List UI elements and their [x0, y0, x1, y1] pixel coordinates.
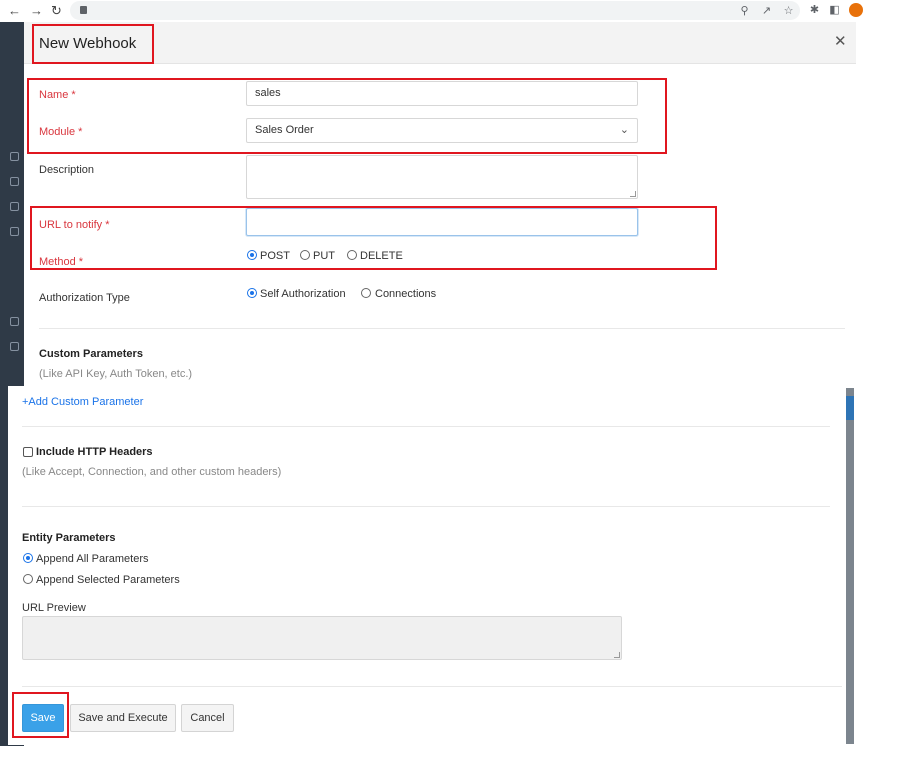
- extensions-icon[interactable]: ✱: [808, 4, 821, 17]
- method-post-label[interactable]: POST: [260, 250, 290, 262]
- url-preview-textarea: [22, 616, 622, 660]
- append-selected-radio[interactable]: [23, 574, 33, 584]
- app-scroll-background: [846, 388, 854, 744]
- method-put-label[interactable]: PUT: [313, 250, 335, 262]
- headers-hint: (Like Accept, Connection, and other cust…: [22, 466, 282, 478]
- divider: [22, 686, 842, 687]
- append-all-radio[interactable]: [23, 553, 33, 563]
- save-button[interactable]: Save: [22, 704, 64, 732]
- sidebar-icon: [10, 227, 19, 236]
- module-value: Sales Order: [255, 124, 314, 136]
- side-panel-icon[interactable]: ◧: [828, 4, 841, 17]
- append-selected-label[interactable]: Append Selected Parameters: [36, 574, 180, 586]
- resize-grip-icon[interactable]: [630, 191, 636, 197]
- name-label: Name *: [39, 89, 76, 101]
- url-preview-label: URL Preview: [22, 602, 86, 614]
- cancel-button[interactable]: Cancel: [181, 704, 234, 732]
- entity-params-title: Entity Parameters: [22, 532, 116, 544]
- divider: [22, 506, 830, 507]
- custom-params-hint: (Like API Key, Auth Token, etc.): [39, 368, 193, 380]
- bookmark-star-icon[interactable]: ☆: [782, 5, 795, 18]
- method-label: Method *: [39, 256, 84, 268]
- dialog-header: [24, 22, 856, 64]
- custom-params-title: Custom Parameters: [39, 348, 143, 360]
- profile-avatar[interactable]: [849, 3, 863, 17]
- url-label: URL to notify *: [39, 219, 110, 231]
- back-icon[interactable]: ←: [8, 3, 21, 18]
- method-delete-label[interactable]: DELETE: [360, 250, 403, 262]
- add-custom-parameter-link[interactable]: +Add Custom Parameter: [22, 396, 143, 408]
- lock-icon: [80, 6, 87, 14]
- module-select[interactable]: Sales Order ⌄: [246, 118, 638, 143]
- auth-self-label[interactable]: Self Authorization: [260, 288, 346, 300]
- method-delete-radio[interactable]: [347, 250, 357, 260]
- sidebar-icon: [10, 202, 19, 211]
- include-headers-checkbox[interactable]: [23, 447, 33, 457]
- sidebar-icon: [10, 177, 19, 186]
- address-bar[interactable]: ⚲ ↗ ☆: [70, 1, 800, 20]
- sidebar-icon: [10, 317, 19, 326]
- include-headers-label[interactable]: Include HTTP Headers: [36, 446, 153, 458]
- auth-connections-label[interactable]: Connections: [375, 288, 436, 300]
- side-tab[interactable]: [846, 396, 854, 420]
- close-icon[interactable]: ✕: [834, 32, 847, 50]
- auth-connections-radio[interactable]: [361, 288, 371, 298]
- url-input[interactable]: [246, 208, 638, 236]
- sidebar-icon: [10, 152, 19, 161]
- share-icon[interactable]: ↗: [760, 5, 773, 18]
- save-and-execute-button[interactable]: Save and Execute: [70, 704, 176, 732]
- name-input[interactable]: sales: [246, 81, 638, 106]
- auth-type-label: Authorization Type: [39, 292, 130, 304]
- zoom-icon[interactable]: ⚲: [738, 5, 751, 18]
- browser-toolbar: ← → ↻ ⚲ ↗ ☆ ✱ ◧: [0, 0, 863, 22]
- method-put-radio[interactable]: [300, 250, 310, 260]
- forward-icon[interactable]: →: [30, 3, 43, 18]
- description-textarea[interactable]: [246, 155, 638, 199]
- dialog-title: New Webhook: [39, 35, 137, 52]
- module-label: Module *: [39, 126, 83, 138]
- modal-lower: [8, 386, 846, 745]
- description-label: Description: [39, 164, 95, 176]
- append-all-label[interactable]: Append All Parameters: [36, 553, 149, 565]
- auth-self-radio[interactable]: [247, 288, 257, 298]
- resize-grip-icon[interactable]: [614, 652, 620, 658]
- divider: [39, 328, 845, 329]
- modal-upper: [24, 22, 856, 388]
- method-post-radio[interactable]: [247, 250, 257, 260]
- sidebar-icon: [10, 342, 19, 351]
- chevron-down-icon: ⌄: [619, 124, 629, 136]
- divider: [22, 426, 830, 427]
- reload-icon[interactable]: ↻: [51, 3, 62, 19]
